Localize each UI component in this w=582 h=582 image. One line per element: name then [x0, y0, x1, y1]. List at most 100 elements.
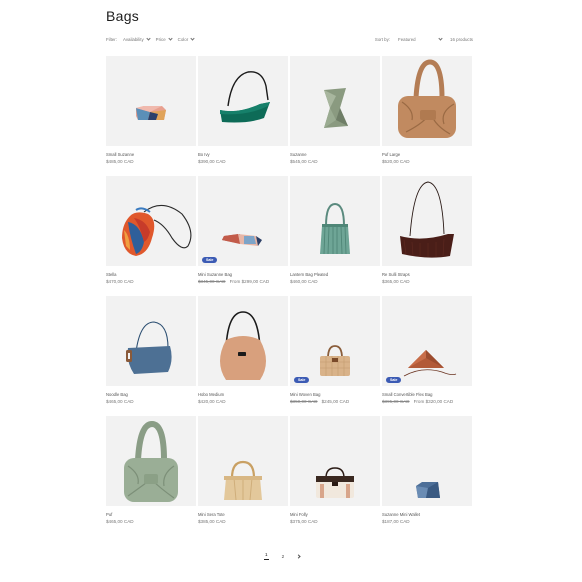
chevron-down-icon: [438, 36, 443, 41]
product-image[interactable]: [382, 56, 472, 146]
bag-illustration: [324, 88, 348, 128]
product-price: From $320,00 CAD: [413, 399, 454, 404]
product-name[interactable]: Mini Woven Bag: [290, 392, 380, 397]
product-image[interactable]: [382, 176, 472, 266]
product-count: 16 products: [450, 37, 473, 42]
product-old-price: $345,00 CAD: [198, 279, 226, 284]
product-price: $365,00 CAD: [382, 279, 410, 284]
product-price-row: $350,00 CAD $245,00 CAD: [290, 399, 380, 404]
product-price: From $299,00 CAD: [229, 279, 270, 284]
product-price: $545,00 CAD: [290, 159, 318, 164]
product-card[interactable]: Sale Mini Woven Bag $350,00 CAD $245,00 …: [290, 296, 380, 416]
product-price-row: $385,00 CAD: [198, 519, 288, 524]
product-price-row: $420,00 CAD: [198, 399, 288, 404]
product-price-row: $345,00 CAD From $299,00 CAD: [198, 279, 288, 284]
product-image[interactable]: [290, 176, 380, 266]
product-name[interactable]: Suzanne Mini Wallet: [382, 512, 472, 517]
bag-illustration: [316, 467, 354, 498]
bag-illustration: [222, 234, 262, 246]
product-image[interactable]: [198, 296, 288, 386]
product-name[interactable]: Hobo Medium: [198, 392, 288, 397]
product-card[interactable]: Hobo Medium $420,00 CAD: [198, 296, 288, 416]
product-price-row: $545,00 CAD: [290, 159, 380, 164]
product-card[interactable]: Small Suzanne $485,00 CAD: [106, 56, 196, 176]
filter-color[interactable]: Color: [178, 36, 195, 42]
product-card[interactable]: Noodle Bag $465,00 CAD: [106, 296, 196, 416]
product-name[interactable]: Suzanne: [290, 152, 380, 157]
product-price-row: $365,00 CAD: [382, 279, 472, 284]
product-price-row: $187,00 CAD: [382, 519, 472, 524]
product-image[interactable]: [106, 56, 196, 146]
product-price: $520,00 CAD: [382, 159, 410, 164]
product-name[interactable]: Noodle Bag: [106, 392, 196, 397]
product-name[interactable]: Stella: [106, 272, 196, 277]
product-image[interactable]: [198, 416, 288, 506]
product-image[interactable]: [290, 56, 380, 146]
product-price: $465,00 CAD: [106, 519, 134, 524]
product-name[interactable]: Small Convertible Flex Bag: [382, 392, 472, 397]
bag-illustration: [220, 71, 270, 123]
product-card[interactable]: Re Sulli Straps $365,00 CAD: [382, 176, 472, 296]
bag-illustration: [398, 59, 456, 138]
product-card[interactable]: Lantern Bag Pleated $460,00 CAD: [290, 176, 380, 296]
product-card[interactable]: Suzanne Mini Wallet $187,00 CAD: [382, 416, 472, 536]
bag-illustration: [416, 482, 440, 498]
bag-illustration: [403, 350, 457, 377]
product-name[interactable]: Small Suzanne: [106, 152, 196, 157]
chevron-down-icon: [146, 36, 151, 41]
product-card[interactable]: Mini Sera Tote $385,00 CAD: [198, 416, 288, 536]
product-image[interactable]: [106, 176, 196, 266]
product-card[interactable]: Puf $465,00 CAD: [106, 416, 196, 536]
product-image[interactable]: Sale: [382, 296, 472, 386]
filter-bar: Filter: Availability Price Color Sort by…: [106, 36, 473, 45]
filter-availability[interactable]: Availability: [122, 36, 151, 42]
product-image[interactable]: [382, 416, 472, 506]
bag-illustration: [320, 202, 350, 255]
product-name[interactable]: Lantern Bag Pleated: [290, 272, 380, 277]
bag-illustration: [220, 311, 266, 380]
product-image[interactable]: [106, 296, 196, 386]
bag-illustration: [400, 181, 454, 258]
product-price-row: $465,00 CAD: [106, 519, 196, 524]
sort-select[interactable]: Featured: [398, 36, 443, 42]
product-card[interactable]: Sale Small Convertible Flex Bag $395,00 …: [382, 296, 472, 416]
sale-badge: Sale: [386, 376, 402, 383]
product-image[interactable]: [290, 416, 380, 506]
bag-illustration: [320, 345, 350, 376]
product-card[interactable]: Bo Ivy $390,00 CAD: [198, 56, 288, 176]
page-2-link[interactable]: 2: [281, 554, 286, 559]
product-price: $375,00 CAD: [290, 519, 318, 524]
page-1-link[interactable]: 1: [264, 552, 269, 560]
product-name[interactable]: Mini Suzanne Bag: [198, 272, 288, 277]
product-name[interactable]: Bo Ivy: [198, 152, 288, 157]
product-card[interactable]: Suzanne $545,00 CAD: [290, 56, 380, 176]
filter-price[interactable]: Price: [155, 36, 173, 42]
product-name[interactable]: Re Sulli Straps: [382, 272, 472, 277]
bag-illustration: [224, 460, 262, 501]
product-card[interactable]: Mini Folly $375,00 CAD: [290, 416, 380, 536]
product-card[interactable]: Stella $470,00 CAD: [106, 176, 196, 296]
chevron-right-icon[interactable]: [296, 553, 301, 559]
product-image[interactable]: [106, 416, 196, 506]
sale-badge: Sale: [202, 256, 218, 263]
product-price: $187,00 CAD: [382, 519, 410, 524]
product-image[interactable]: Sale: [290, 296, 380, 386]
sale-badge: Sale: [294, 376, 310, 383]
product-name[interactable]: Puf Large: [382, 152, 472, 157]
filter-availability-label: Availability: [122, 37, 144, 42]
product-image[interactable]: [198, 56, 288, 146]
product-name[interactable]: Mini Folly: [290, 512, 380, 517]
product-price: $460,00 CAD: [290, 279, 318, 284]
product-price: $465,00 CAD: [106, 399, 134, 404]
product-name[interactable]: Puf: [106, 512, 196, 517]
product-card[interactable]: Puf Large $520,00 CAD: [382, 56, 472, 176]
product-price-row: $470,00 CAD: [106, 279, 196, 284]
product-name[interactable]: Mini Sera Tote: [198, 512, 288, 517]
product-price-row: $485,00 CAD: [106, 159, 196, 164]
bag-illustration: [126, 321, 172, 374]
product-price: $420,00 CAD: [198, 399, 226, 404]
product-image[interactable]: Sale: [198, 176, 288, 266]
filter-price-label: Price: [155, 37, 166, 42]
product-card[interactable]: Sale Mini Suzanne Bag $345,00 CAD From $…: [198, 176, 288, 296]
chevron-down-icon: [168, 36, 173, 41]
